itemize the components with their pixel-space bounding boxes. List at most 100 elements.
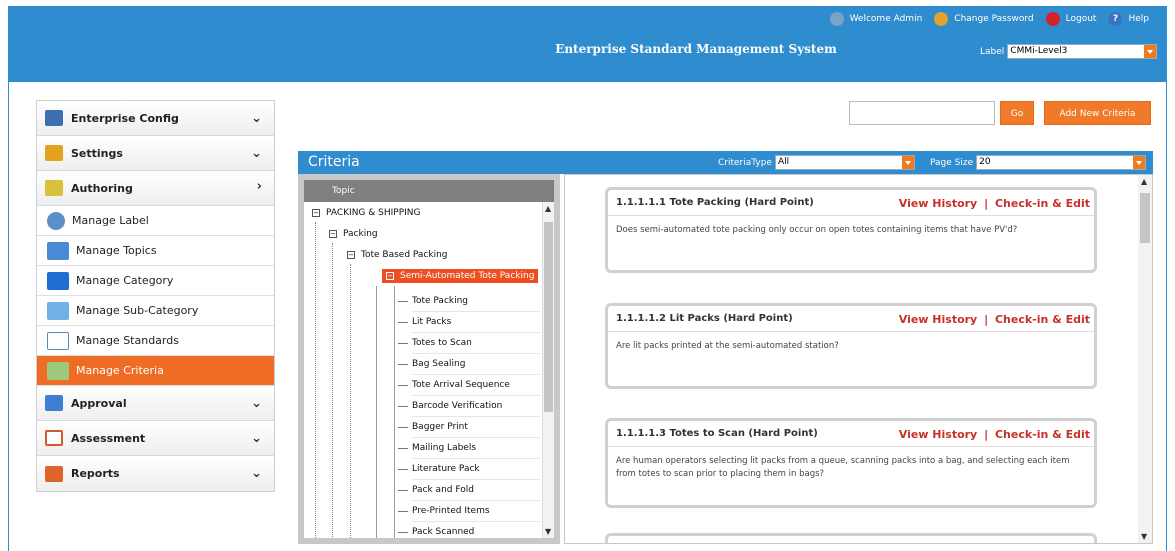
check-in-edit-link[interactable]: Check-in & Edit — [995, 313, 1090, 326]
criteria-type-caption: CriteriaType — [718, 157, 772, 168]
help-link[interactable]: Help — [1128, 14, 1149, 24]
tree-leaf[interactable]: Barcode Verification — [398, 396, 540, 417]
dropdown-arrow-icon[interactable] — [1144, 45, 1157, 58]
nav-assessment[interactable]: Assessment ⌄ — [37, 421, 274, 456]
separator: | — [984, 428, 989, 441]
topics-icon — [47, 241, 69, 260]
scroll-down-icon[interactable]: ▼ — [1141, 532, 1147, 541]
nav-authoring[interactable]: Authoring › — [37, 171, 274, 206]
sub-item-manage-topics[interactable]: Manage Topics — [37, 236, 274, 266]
tree-node-tote-based-packing[interactable]: − Tote Based Packing — [347, 250, 448, 260]
sub-item-label: Manage Sub-Category — [76, 304, 199, 317]
criteria-card — [605, 533, 1097, 543]
sub-item-manage-standards[interactable]: Manage Standards — [37, 326, 274, 356]
separator: | — [984, 313, 989, 326]
tree-leaf[interactable]: Pack and Fold — [398, 480, 540, 501]
folder-icon — [47, 271, 69, 290]
sub-item-label: Manage Category — [76, 274, 174, 287]
page-size-caption: Page Size — [930, 157, 974, 168]
label-select[interactable]: CMMi-Level3 — [1007, 44, 1158, 59]
authoring-icon — [45, 180, 63, 196]
dropdown-arrow-icon[interactable] — [901, 156, 914, 169]
chevron-down-icon: ⌄ — [251, 146, 262, 161]
content-scrollbar[interactable]: ▲ ▼ — [1138, 175, 1152, 543]
card-actions: View History | Check-in & Edit — [899, 428, 1090, 441]
nav-label: Authoring — [71, 181, 133, 195]
sub-item-label: Manage Standards — [76, 334, 179, 347]
view-history-link[interactable]: View History — [899, 197, 977, 210]
tree-leaf[interactable]: Literature Pack — [398, 459, 540, 480]
view-history-link[interactable]: View History — [899, 428, 977, 441]
collapse-icon[interactable]: − — [386, 271, 394, 280]
card-header: 1.1.1.1.2 Lit Packs (Hard Point) View Hi… — [608, 306, 1094, 332]
sub-item-manage-sub-category[interactable]: Manage Sub-Category — [37, 296, 274, 326]
check-in-edit-link[interactable]: Check-in & Edit — [995, 197, 1090, 210]
change-password-link[interactable]: Change Password — [954, 14, 1033, 24]
sub-item-manage-criteria[interactable]: Manage Criteria — [37, 356, 274, 386]
label-select-value: CMMi-Level3 — [1010, 46, 1068, 56]
tree-leaf[interactable]: Bagger Print — [398, 417, 540, 438]
sub-folder-icon — [47, 301, 69, 320]
label-selector: Label CMMi-Level3 — [980, 44, 1158, 59]
user-icon — [829, 12, 844, 26]
collapse-icon[interactable]: − — [312, 208, 320, 217]
nav-label: Approval — [71, 396, 127, 410]
check-in-edit-link[interactable]: Check-in & Edit — [995, 428, 1090, 441]
tree-leaf[interactable]: Mailing Labels — [398, 438, 540, 459]
chevron-down-icon: ⌄ — [251, 466, 262, 481]
nav-settings[interactable]: Settings ⌄ — [37, 136, 274, 171]
go-button[interactable]: Go — [1000, 101, 1034, 125]
logout-link[interactable]: Logout — [1066, 14, 1097, 24]
chevron-right-icon: › — [256, 179, 262, 194]
tree-leaf[interactable]: Tote Packing — [398, 291, 540, 312]
tree-node-packing-shipping[interactable]: − PACKING & SHIPPING — [312, 208, 421, 218]
tree-leaf[interactable]: Totes to Scan — [398, 333, 540, 354]
settings-icon — [45, 145, 63, 161]
add-new-criteria-button[interactable]: Add New Criteria — [1044, 101, 1151, 125]
scroll-up-icon[interactable]: ▲ — [545, 204, 551, 213]
tree-scrollbar[interactable]: ▲ ▼ — [542, 202, 554, 538]
card-body: Does semi-automated tote packing only oc… — [616, 225, 1018, 235]
page-size-select[interactable]: 20 — [976, 155, 1147, 170]
collapse-icon[interactable]: − — [329, 229, 337, 238]
card-title: 1.1.1.1.2 Lit Packs (Hard Point) — [616, 313, 793, 324]
tree-leaf[interactable]: Pre-Printed Items — [398, 501, 540, 522]
tree-leaf[interactable]: Pack Scanned — [398, 522, 540, 538]
scroll-down-icon[interactable]: ▼ — [545, 527, 551, 536]
chevron-down-icon: ⌄ — [251, 431, 262, 446]
tree-node-packing[interactable]: − Packing — [329, 229, 378, 239]
sub-item-label: Manage Label — [72, 214, 149, 227]
scrollbar-thumb[interactable] — [544, 222, 553, 412]
help-icon[interactable]: ? — [1108, 12, 1123, 26]
tree-node-semi-automated-tote-packing[interactable]: − Semi-Automated Tote Packing — [382, 269, 539, 283]
app-header: Welcome Admin Change Password Logout ? H… — [8, 6, 1167, 82]
criteria-type-select[interactable]: All — [774, 155, 915, 170]
scroll-up-icon[interactable]: ▲ — [1141, 177, 1147, 186]
criteria-search-input[interactable] — [849, 101, 995, 125]
tree-leaf[interactable]: Bag Sealing — [398, 354, 540, 375]
nav-reports[interactable]: Reports ⌄ — [37, 456, 274, 491]
card-header: 1.1.1.1.1 Tote Packing (Hard Point) View… — [608, 190, 1094, 216]
nav-label: Assessment — [71, 431, 146, 445]
view-history-link[interactable]: View History — [899, 313, 977, 326]
criteria-card: 1.1.1.1.3 Totes to Scan (Hard Point) Vie… — [605, 418, 1097, 508]
tree-leaf[interactable]: Tote Arrival Sequence — [398, 375, 540, 396]
tree-node-label: PACKING & SHIPPING — [326, 208, 421, 218]
chevron-down-icon: ⌄ — [251, 111, 262, 126]
sub-item-manage-category[interactable]: Manage Category — [37, 266, 274, 296]
card-header: 1.1.1.1.3 Totes to Scan (Hard Point) Vie… — [608, 421, 1094, 447]
label-icon — [47, 211, 65, 230]
nav-enterprise-config[interactable]: Enterprise Config ⌄ — [37, 101, 274, 136]
collapse-icon[interactable]: − — [347, 250, 355, 259]
dropdown-arrow-icon[interactable] — [1133, 156, 1146, 169]
frame-border-right — [1166, 82, 1167, 551]
nav-approval[interactable]: Approval ⌄ — [37, 386, 274, 421]
sub-item-manage-label[interactable]: Manage Label — [37, 206, 274, 236]
tree-leaf[interactable]: Lit Packs — [398, 312, 540, 333]
criteria-type-value: All — [777, 157, 790, 167]
chevron-down-icon: ⌄ — [251, 396, 262, 411]
change-password-icon[interactable] — [934, 12, 949, 26]
scrollbar-thumb[interactable] — [1140, 193, 1150, 243]
tree-connector — [394, 286, 395, 538]
logout-icon[interactable] — [1045, 12, 1060, 26]
